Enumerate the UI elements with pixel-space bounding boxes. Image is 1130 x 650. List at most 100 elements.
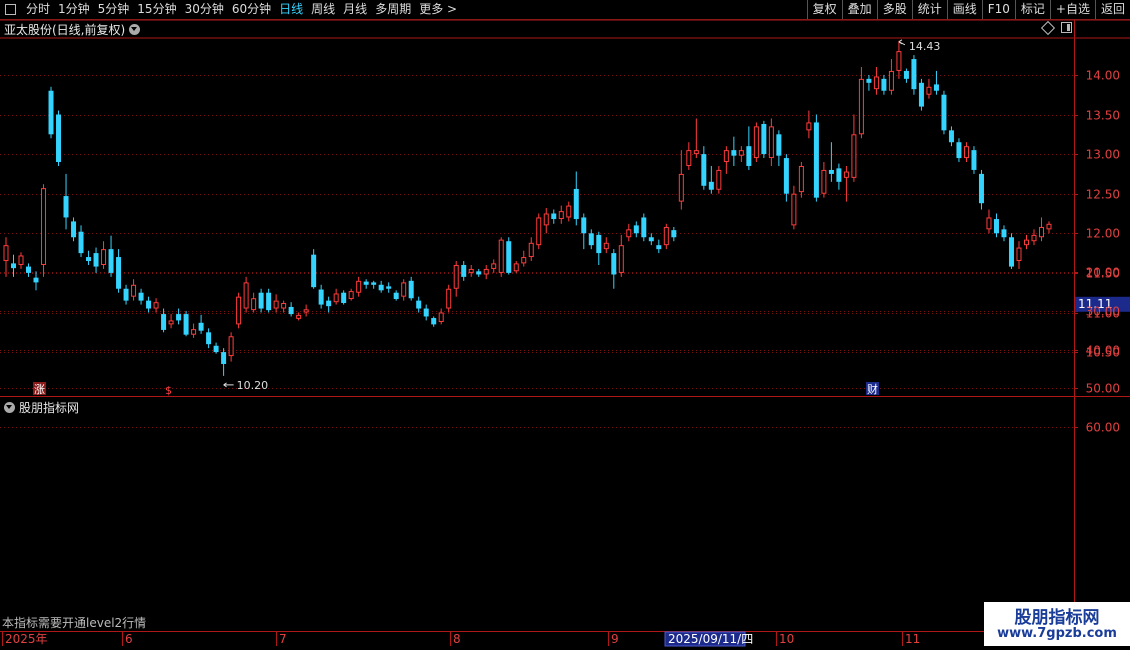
multi-stock-button[interactable]: 多股 [876,0,912,19]
candle [251,292,257,313]
tab-15min[interactable]: 15分钟 [133,0,180,19]
candle-body-up [626,229,632,238]
candle [1031,229,1037,246]
candle-body-down [671,230,677,238]
candle [881,74,887,95]
finance-marker[interactable]: 财 [867,382,878,396]
candle-body-down [746,146,752,166]
candle-body-up [168,320,174,325]
candle [536,213,542,250]
overlay-button[interactable]: 叠加 [841,0,877,19]
candle-body-up [873,76,879,90]
tab-daily[interactable]: 日线 [275,0,307,19]
candle [858,66,864,139]
dollar-marker[interactable]: $ [165,384,172,397]
candle [228,332,234,362]
candle-body-up [821,169,827,194]
mark-button[interactable]: 标记 [1014,0,1050,19]
tab-30min[interactable]: 30分钟 [181,0,228,19]
candle [161,308,167,333]
candle [318,284,324,309]
candle [146,296,152,313]
candle [1046,221,1052,234]
layout-toggle-icon[interactable] [5,4,16,15]
candle-body-down [611,253,617,275]
candle [1038,217,1044,242]
tab-monthly[interactable]: 月线 [339,0,371,19]
candle [738,146,744,163]
candle-body-down [408,280,414,299]
candle-body-up [348,291,354,300]
tab-weekly[interactable]: 周线 [307,0,339,19]
tab-more[interactable]: 更多 > [415,0,461,19]
candle [693,118,699,159]
add-watchlist-button[interactable]: +自选 [1049,0,1095,19]
level2-notice: 本指标需要开通level2行情 [2,616,147,630]
candle-body-up [768,126,774,159]
candle-body-down [581,217,587,234]
window-toggle-icon[interactable] [1061,22,1072,33]
candle-body-up [543,213,549,226]
candle [386,282,392,293]
candle-body-down [573,188,579,220]
indicator-menu-icon[interactable] [4,402,15,413]
f10-button[interactable]: F10 [981,0,1015,19]
candle [101,241,107,269]
candle [836,163,842,190]
candle [453,261,459,297]
candle [933,70,939,95]
candle [423,304,429,321]
candle-body-up [491,263,497,269]
candle-body-up [483,268,489,275]
cursor-date-label: 2025/09/11/四 [668,632,753,646]
candle-body-down [146,300,152,309]
tab-5min[interactable]: 5分钟 [94,0,134,19]
statistics-button[interactable]: 统计 [911,0,947,19]
candle-body-down [138,292,144,301]
candle-body-up [963,146,969,159]
candle [446,284,452,313]
candle [723,146,729,174]
candle [956,138,962,163]
tab-60min[interactable]: 60分钟 [228,0,275,19]
candle [303,304,309,317]
candle-body-down [941,94,947,131]
up-marker[interactable]: 涨 [34,383,45,396]
candle [221,348,227,376]
candle [116,249,122,293]
kline-chart-canvas[interactable]: 14.43 10.20 涨 $ 财 14.00 13.50 13.00 12.50 12.00 1… [0,0,1130,650]
candle [648,233,654,246]
candle [153,298,159,313]
candle [71,217,77,242]
candle-body-down [776,134,782,156]
candle [986,209,992,234]
watermark-title: 股朋指标网 [1014,608,1100,628]
candle [753,122,759,163]
tab-1min[interactable]: 1分钟 [54,0,94,19]
candle [378,280,384,293]
candle [108,235,114,277]
candle [948,126,954,147]
candle-body-down [971,150,977,170]
date-axis-label: 10 [779,632,794,646]
back-button[interactable]: 返回 [1094,0,1130,19]
tab-multi-period[interactable]: 多周期 [371,0,415,19]
candle [603,237,609,254]
candle [1001,225,1007,242]
candle [498,237,504,277]
candle-body-down [183,314,189,335]
candle-body-down [206,332,212,345]
candle-body-up [858,78,864,135]
draw-line-button[interactable]: 画线 [946,0,982,19]
tab-intraday[interactable]: 分时 [22,0,54,19]
candle-body-up [888,70,894,91]
candle [48,86,54,139]
candle [903,68,909,83]
watermark-logo: 股朋指标网 www.7gpzb.com [984,602,1130,646]
restore-rights-button[interactable]: 复权 [806,0,842,19]
candle [776,130,782,166]
low-arrow [223,382,234,388]
candle-body-up [498,239,504,273]
candle [768,118,774,166]
chevron-down-icon[interactable] [129,23,141,35]
